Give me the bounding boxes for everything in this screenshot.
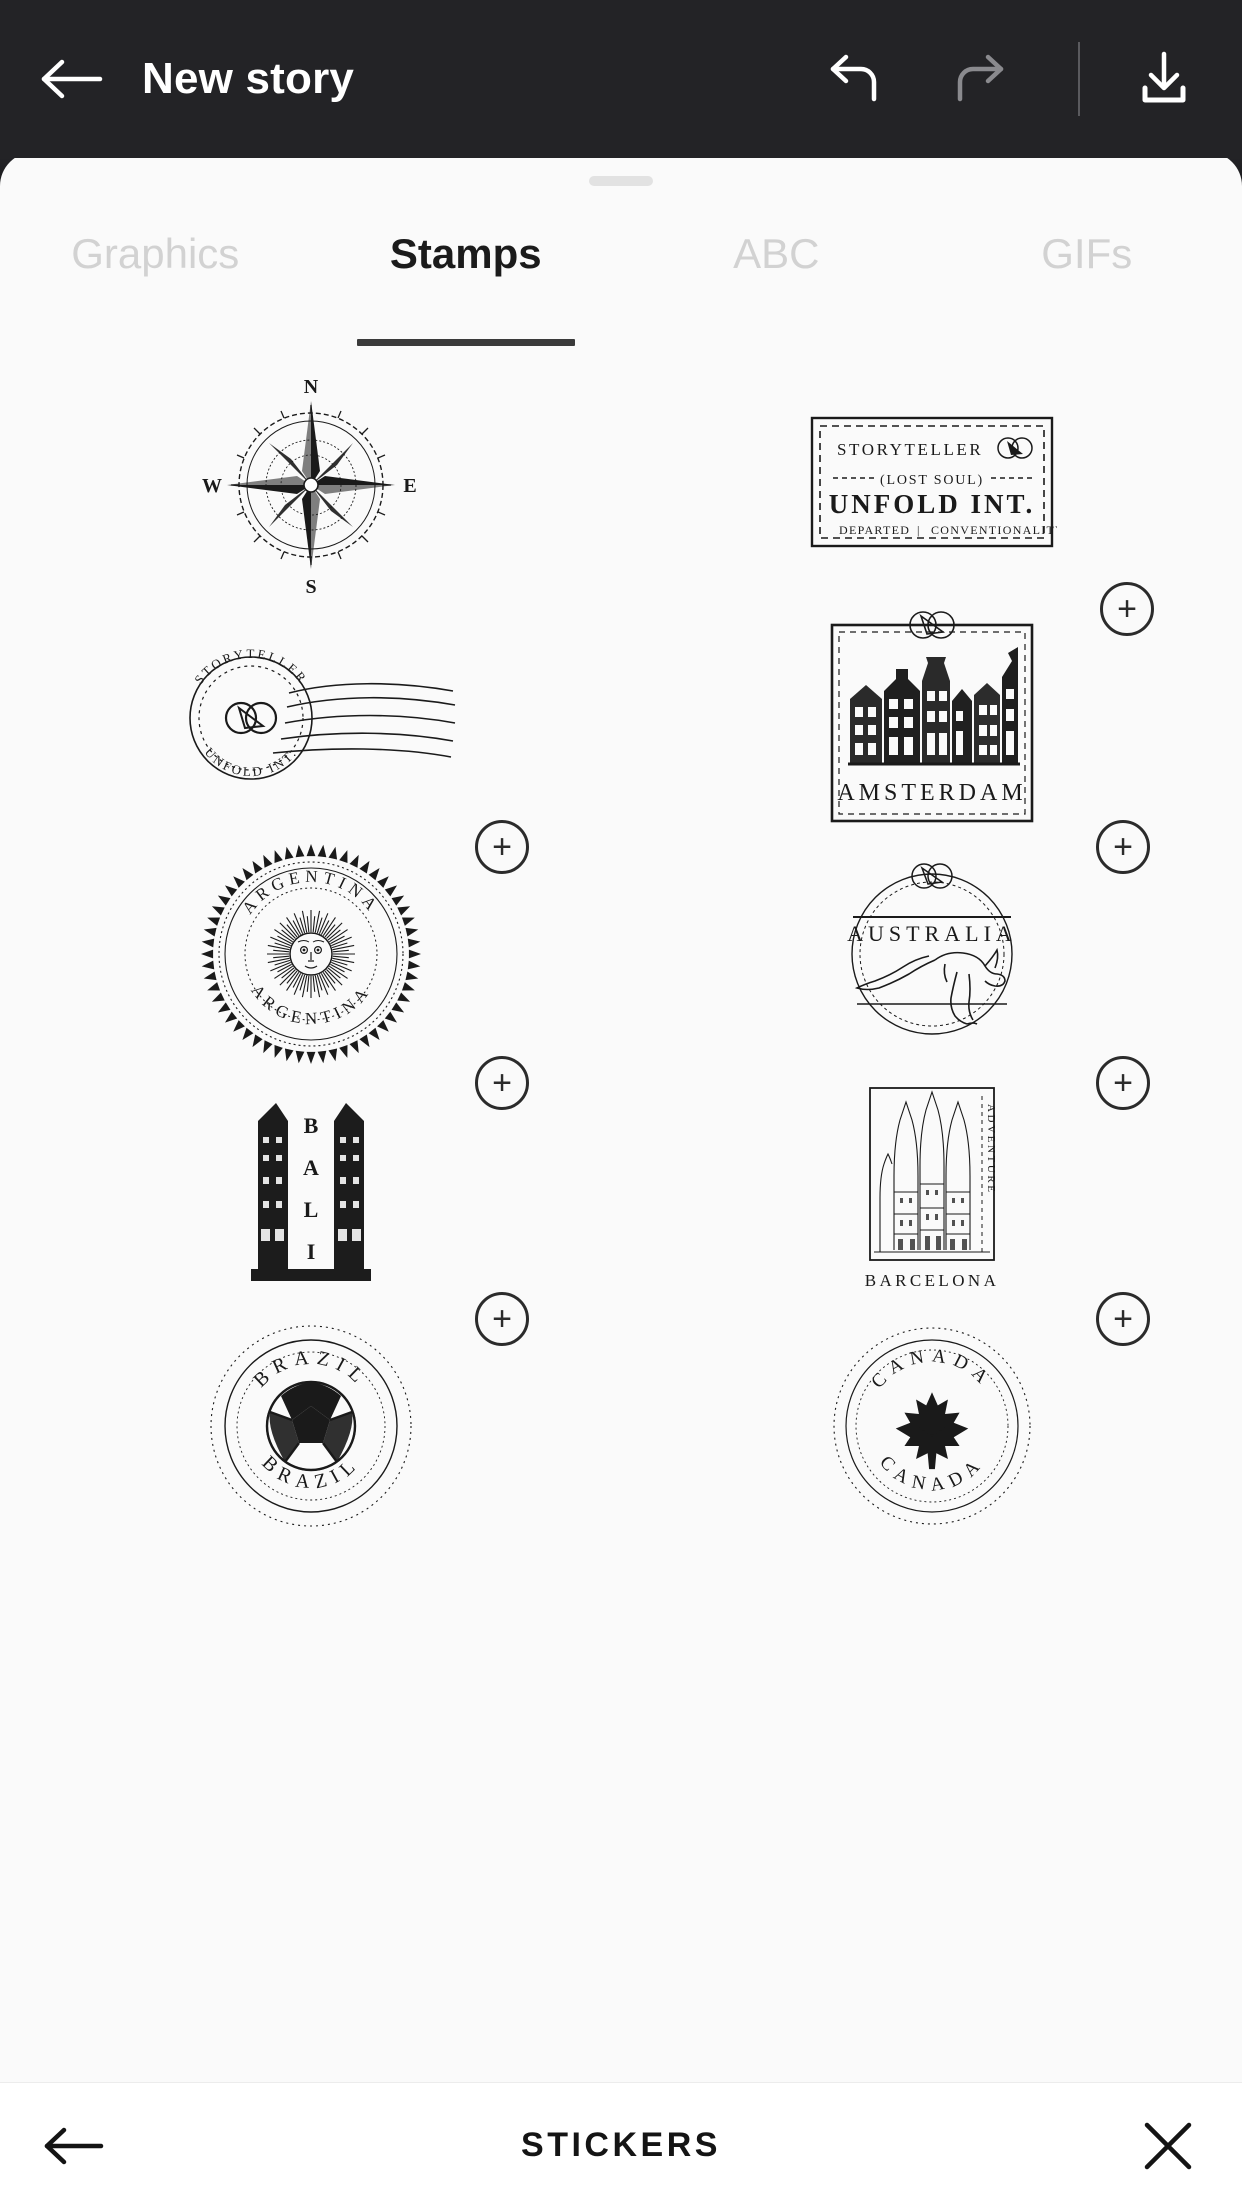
- sticker-bali[interactable]: + B A L I: [0, 1056, 621, 1308]
- sticker-argentina[interactable]: + ARGENTINA ARGENTINA: [0, 820, 621, 1072]
- sticker-compass-rose[interactable]: N S E W: [0, 364, 621, 600]
- storyteller-postmark-graphic: STORYTELLER UNFOLD INT.: [188, 646, 455, 780]
- australia-graphic: AUSTRALIA: [847, 863, 1017, 1035]
- amsterdam-city-label: AMSTERDAM: [837, 780, 1026, 806]
- sticker-storyteller-rect[interactable]: STORYTELLER (LOST SOUL) UNFOLD INT. DEPA…: [621, 364, 1242, 600]
- sticker-amsterdam[interactable]: + AMSTERDAM: [621, 582, 1242, 836]
- tab-stamps[interactable]: Stamps: [311, 224, 622, 346]
- tab-abc[interactable]: ABC: [621, 224, 932, 346]
- storyteller-rect-line4-right: CONVENTIONALITY: [931, 523, 1057, 537]
- storyteller-rect-line4-sep: |: [917, 523, 919, 537]
- sun-of-may-icon: [266, 910, 355, 998]
- plus-icon: +: [492, 828, 512, 866]
- storyteller-rect-line3: UNFOLD INT.: [828, 489, 1035, 519]
- argentina-top-label: ARGENTINA: [238, 867, 383, 918]
- add-sticker-bali-button[interactable]: +: [475, 1056, 529, 1110]
- sagrada-familia-icon: [873, 1090, 990, 1253]
- redo-button[interactable]: [934, 31, 1030, 127]
- storyteller-rect-line4-left: DEPARTED: [839, 523, 910, 537]
- unfold-logo-icon: [224, 701, 277, 735]
- redo-arrow-icon: [957, 54, 1004, 102]
- sticker-australia[interactable]: + AUSTRALIA: [621, 820, 1242, 1072]
- sticker-picker-sheet: Graphics Stamps ABC GIFs N S E W STORYTE…: [0, 152, 1242, 2208]
- plus-icon: +: [1113, 1300, 1133, 1338]
- compass-label-east: E: [403, 475, 416, 497]
- unfold-logo-icon: [910, 863, 953, 889]
- barcelona-graphic: ADVENTURE BARCELONA: [864, 1087, 999, 1290]
- drag-handle[interactable]: [589, 176, 653, 186]
- tab-stamps-label: Stamps: [389, 230, 542, 277]
- soccer-ball-icon: [265, 1380, 356, 1472]
- bali-letter-0: B: [303, 1113, 318, 1138]
- sticker-brazil[interactable]: + BRAZIL BRAZIL: [0, 1292, 621, 1544]
- bali-graphic: B A L I: [250, 1103, 371, 1281]
- header-left-group: New story: [0, 31, 804, 127]
- sticker-storyteller-postmark[interactable]: STORYTELLER UNFOLD INT.: [0, 600, 621, 836]
- bottom-toolbar: STICKERS: [0, 2082, 1242, 2208]
- unfold-logo-icon: [996, 436, 1033, 459]
- canada-graphic: CANADA CANADA: [832, 1327, 1031, 1525]
- sagrada-stipple: [897, 1190, 967, 1250]
- sticker-barcelona[interactable]: + ADVENTURE BARCELONA: [621, 1056, 1242, 1308]
- undo-button[interactable]: [804, 31, 900, 127]
- sticker-grid[interactable]: N S E W STORYTELLER (LOST SOUL) UNFOLD I…: [0, 346, 1242, 2208]
- tab-graphics[interactable]: Graphics: [0, 224, 311, 346]
- amsterdam-graphic: AMSTERDAM: [830, 611, 1033, 823]
- barcelona-city-label: BARCELONA: [864, 1271, 999, 1290]
- postmark-top-label: STORYTELLER: [191, 646, 311, 687]
- storyteller-rect-line2: (LOST SOUL): [880, 473, 984, 488]
- australia-country-label: AUSTRALIA: [847, 921, 1017, 946]
- compass-label-west: W: [202, 475, 222, 497]
- sticker-tab-bar: Graphics Stamps ABC GIFs: [0, 224, 1242, 346]
- compass-rose-graphic: N S E W: [202, 376, 417, 597]
- tab-gifs[interactable]: GIFs: [932, 224, 1242, 346]
- tab-graphics-label: Graphics: [71, 230, 240, 277]
- download-icon: [1142, 51, 1186, 103]
- maple-leaf-icon: [895, 1392, 968, 1470]
- plus-icon: +: [492, 1064, 512, 1102]
- bali-letter-2: L: [303, 1197, 318, 1222]
- page-title: New story: [142, 54, 355, 103]
- plus-icon: +: [1117, 590, 1137, 628]
- storyteller-rect-line1: STORYTELLER: [837, 440, 983, 459]
- close-x-icon: [1144, 2122, 1192, 2169]
- bottom-back-button[interactable]: [24, 2096, 124, 2196]
- header-divider: [1078, 42, 1080, 116]
- arrow-left-icon: [44, 2127, 104, 2164]
- tab-stamps-underline: [356, 339, 575, 346]
- download-button[interactable]: [1116, 31, 1212, 127]
- sticker-canada[interactable]: + CANADA CANADA: [621, 1292, 1242, 1544]
- compass-label-south: S: [305, 576, 316, 597]
- header-right-group: [804, 31, 1212, 127]
- postmark-bottom-label: UNFOLD INT.: [201, 744, 299, 779]
- add-sticker-australia-button[interactable]: +: [1096, 820, 1150, 874]
- plus-icon: +: [492, 1300, 512, 1338]
- tab-abc-label: ABC: [733, 230, 820, 277]
- undo-arrow-icon: [830, 54, 877, 102]
- editor-header: New story: [0, 0, 1242, 158]
- barcelona-vertical-label: ADVENTURE: [985, 1104, 997, 1195]
- brazil-graphic: BRAZIL BRAZIL: [209, 1325, 412, 1527]
- plus-icon: +: [1113, 828, 1133, 866]
- add-sticker-brazil-button[interactable]: +: [475, 1292, 529, 1346]
- kangaroo-icon: [854, 947, 1006, 1025]
- bali-letter-3: I: [306, 1239, 315, 1264]
- add-sticker-barcelona-button[interactable]: +: [1096, 1056, 1150, 1110]
- add-sticker-argentina-button[interactable]: +: [475, 820, 529, 874]
- plus-icon: +: [1113, 1064, 1133, 1102]
- storyteller-rect-graphic: STORYTELLER (LOST SOUL) UNFOLD INT. DEPA…: [810, 416, 1057, 547]
- bali-letter-1: A: [303, 1155, 319, 1180]
- close-button[interactable]: [1118, 2096, 1218, 2196]
- back-arrow-button[interactable]: [24, 31, 120, 127]
- add-sticker-canada-button[interactable]: +: [1096, 1292, 1150, 1346]
- compass-label-north: N: [303, 376, 318, 398]
- tab-gifs-label: GIFs: [1041, 230, 1133, 277]
- add-sticker-amsterdam-button[interactable]: +: [1100, 582, 1154, 636]
- bottom-toolbar-title: STICKERS: [521, 2126, 721, 2164]
- argentina-graphic: ARGENTINA ARGENTINA: [200, 844, 421, 1064]
- arrow-left-icon: [41, 59, 103, 99]
